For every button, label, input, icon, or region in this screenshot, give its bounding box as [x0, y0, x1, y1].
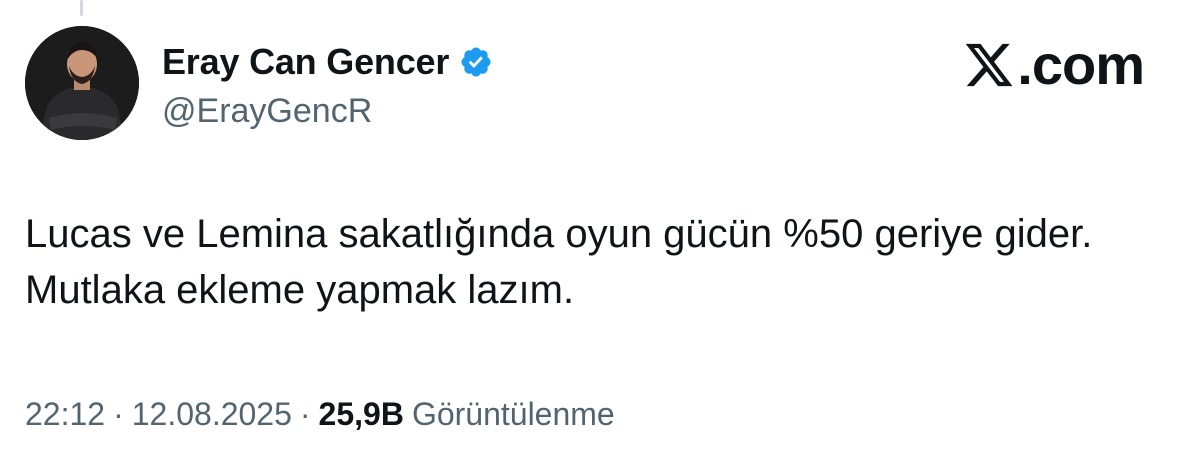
- views-label: Görüntülenme: [411, 396, 615, 432]
- meta-separator: ·: [299, 396, 311, 432]
- avatar-image: [25, 26, 139, 140]
- verified-badge-icon: [461, 47, 491, 77]
- brand-logo: .com: [963, 30, 1145, 100]
- views-count[interactable]: 25,9B: [319, 396, 404, 433]
- x-logo-icon: [966, 43, 1013, 87]
- tweet-card: Eray Can Gencer @ErayGencR .com Lucas ve…: [0, 0, 1200, 468]
- tweet-meta: 22:12 · 12.08.2025 · 25,9B Görüntülenme: [25, 396, 615, 433]
- tweet-text: Lucas ve Lemina sakatlığında oyun gücün …: [25, 212, 1093, 312]
- tweet-date[interactable]: 12.08.2025: [132, 396, 292, 433]
- author-name-row[interactable]: Eray Can Gencer: [162, 40, 493, 84]
- brand-text: .com: [1017, 33, 1145, 96]
- tweet-time[interactable]: 22:12: [25, 396, 105, 433]
- thread-line: [80, 0, 83, 16]
- author-handle[interactable]: @ErayGencR: [162, 92, 372, 131]
- avatar[interactable]: [25, 26, 139, 140]
- author-display-name[interactable]: Eray Can Gencer: [162, 41, 449, 83]
- meta-separator: ·: [113, 396, 124, 432]
